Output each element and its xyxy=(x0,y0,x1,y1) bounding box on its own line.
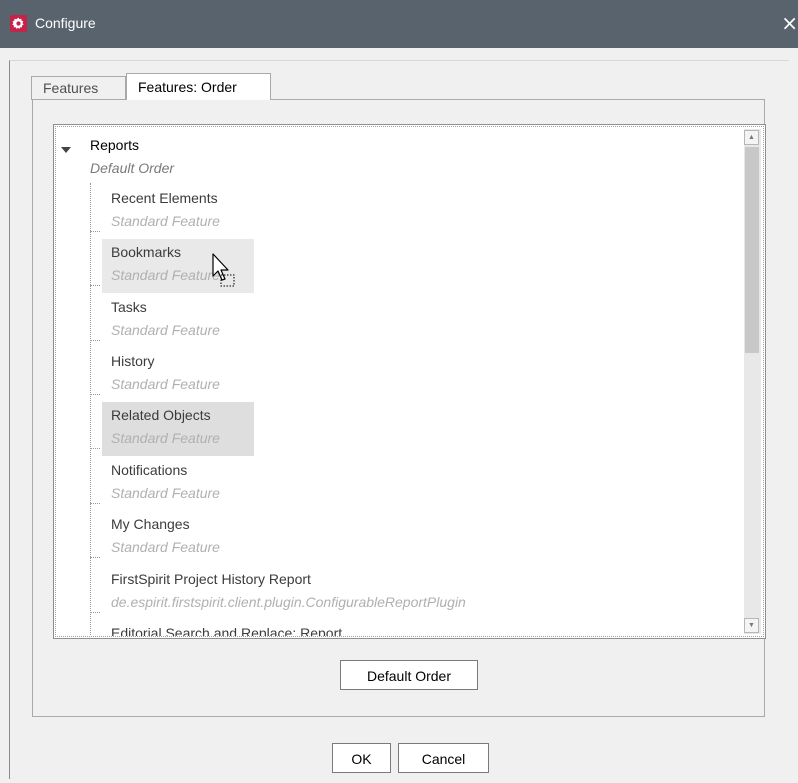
tree-connector xyxy=(90,394,100,395)
tree-item-sublabel: de.espirit.firstspirit.client.plugin.Con… xyxy=(111,594,466,610)
tree-item-sublabel: Standard Feature xyxy=(111,376,220,392)
gear-icon xyxy=(10,15,27,32)
tab-features[interactable]: Features xyxy=(31,76,126,100)
tree-item-label: Related Objects xyxy=(111,407,211,423)
tab-features-order[interactable]: Features: Order xyxy=(126,73,271,100)
feature-order-tree[interactable]: Reports Default Order Recent Elements St… xyxy=(53,124,766,639)
close-icon: × xyxy=(781,11,798,35)
tree-item-recent-elements[interactable]: Recent Elements Standard Feature xyxy=(90,185,254,239)
tree-item-sublabel: Standard Feature xyxy=(111,213,220,229)
tree-root-sublabel: Default Order xyxy=(90,160,175,176)
tree-connector xyxy=(90,503,100,504)
scroll-down-button[interactable]: ▼ xyxy=(744,618,759,633)
arrow-down-icon: ▼ xyxy=(748,622,755,629)
tree-item-sublabel: Standard Feature xyxy=(111,430,220,446)
default-order-button[interactable]: Default Order xyxy=(340,660,478,690)
tree-item-label: Editorial Search and Replace: Report xyxy=(111,625,343,637)
vertical-scrollbar[interactable]: ▲ ▼ xyxy=(744,129,761,634)
scroll-thumb[interactable] xyxy=(745,147,759,353)
tree-connector xyxy=(90,340,100,341)
window-titlebar: Configure × xyxy=(0,0,798,48)
tree-item-tasks[interactable]: Tasks Standard Feature xyxy=(90,294,254,348)
tree-item-label: History xyxy=(111,353,155,369)
drag-cursor-icon xyxy=(212,253,238,289)
tree-item-label: Notifications xyxy=(111,462,188,478)
tree-root-label[interactable]: Reports xyxy=(90,137,139,153)
ok-button[interactable]: OK xyxy=(332,743,391,773)
tree-item-label: Bookmarks xyxy=(111,244,182,260)
tree-item-my-changes[interactable]: My Changes Standard Feature xyxy=(90,511,254,565)
tree-item-label: My Changes xyxy=(111,516,190,532)
tree-item-label: Recent Elements xyxy=(111,190,218,206)
arrow-up-icon: ▲ xyxy=(748,134,755,141)
tree-guide-line xyxy=(90,183,91,636)
tree-item-firstspirit-project-history-report[interactable]: FirstSpirit Project History Report de.es… xyxy=(90,566,702,620)
tree-item-sublabel: Standard Feature xyxy=(111,267,220,283)
expand-arrow-icon[interactable] xyxy=(61,147,71,153)
tree-connector xyxy=(90,285,100,286)
scroll-up-button[interactable]: ▲ xyxy=(744,130,759,145)
tree-item-notifications[interactable]: Notifications Standard Feature xyxy=(90,457,254,511)
tree-viewport: Reports Default Order Recent Elements St… xyxy=(55,126,764,637)
tree-item-history[interactable]: History Standard Feature xyxy=(90,348,254,402)
tree-item-label: FirstSpirit Project History Report xyxy=(111,571,311,587)
tree-item-related-objects[interactable]: Related Objects Standard Feature xyxy=(90,402,254,456)
tree-connector xyxy=(90,557,100,558)
tree-connector xyxy=(90,612,100,613)
cancel-button[interactable]: Cancel xyxy=(398,743,489,773)
tree-item-sublabel: Standard Feature xyxy=(111,322,220,338)
tree-item-editorial-search-and-replace[interactable]: Editorial Search and Replace: Report xyxy=(102,620,702,637)
tree-item-label: Tasks xyxy=(111,299,147,315)
tree-item-sublabel: Standard Feature xyxy=(111,485,220,501)
tree-connector xyxy=(90,231,100,232)
window-title: Configure xyxy=(35,15,96,31)
tree-connector xyxy=(90,448,100,449)
tree-item-sublabel: Standard Feature xyxy=(111,539,220,555)
close-button[interactable]: × xyxy=(778,10,798,36)
